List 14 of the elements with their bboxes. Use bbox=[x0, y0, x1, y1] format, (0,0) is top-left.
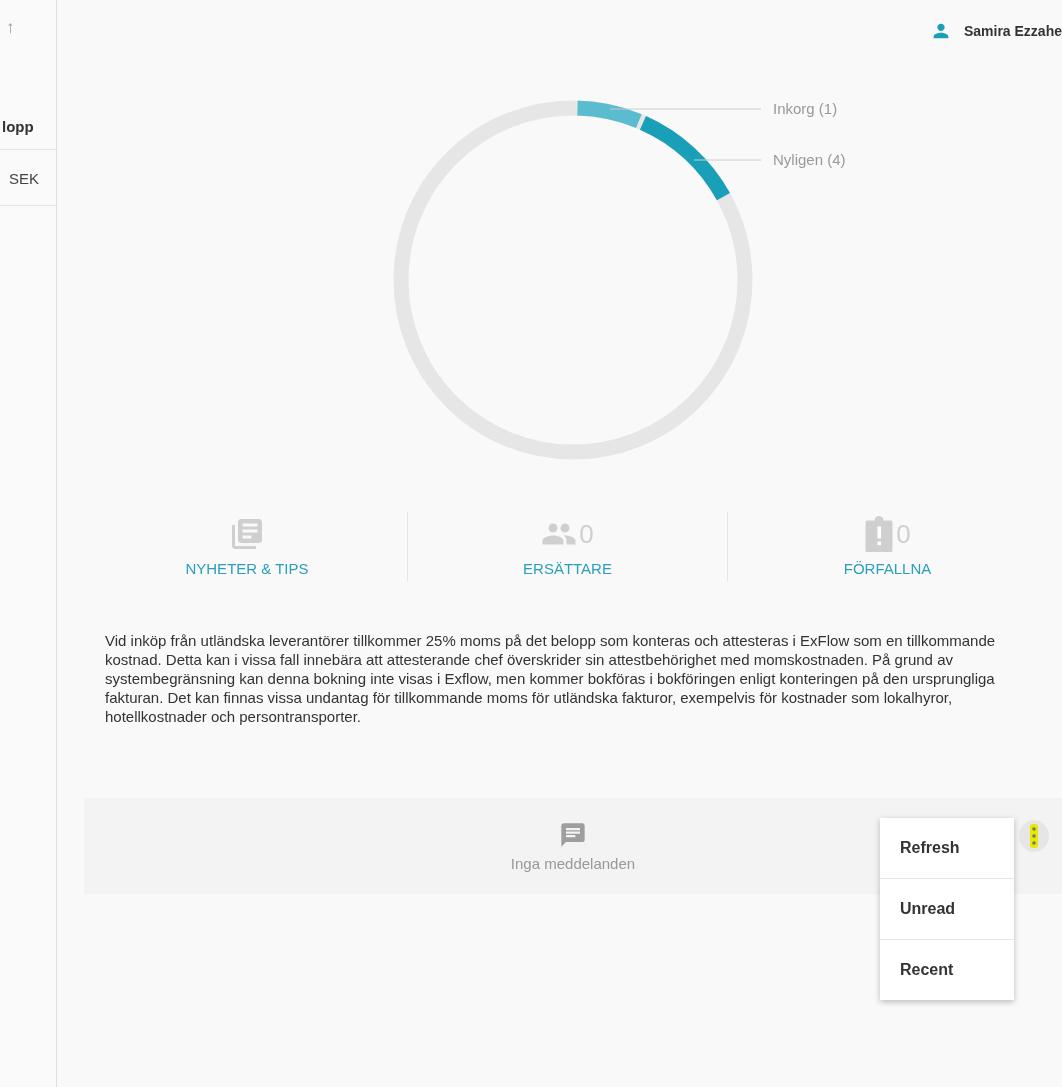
menu-item[interactable]: Unread bbox=[880, 879, 1014, 940]
chat-icon bbox=[559, 820, 587, 849]
notice-text: Vid inköp från utländska leverantörer tillkommer 25% moms på det belopp som konteras och attesteras i ExFlow som en tillkommande kostnad. Detta kan i vissa fall innebära att attesterande chef överskrider sin attestbehörighet med momskostnaden. På grund av systembegränsning kan denna bokning inte visas i Exflow, men kommer bokföras i bokföringen enligt konteringen på den ursprungliga fakturan. Det kan finnas vissa undantag för tillkommande moms för utländska fakturor, exempelvis för kostnader som lokalhyror, hotellkostnader och persontransporter. bbox=[105, 631, 997, 726]
chart-label: Inkorg (1) bbox=[773, 100, 838, 117]
chart-label: Nyligen (4) bbox=[773, 151, 846, 168]
empty-message: Inga meddelanden bbox=[510, 854, 636, 872]
column-header[interactable]: lopp bbox=[0, 98, 56, 150]
clipboard-alert-icon bbox=[864, 516, 895, 552]
table-cell: SEK bbox=[0, 150, 56, 206]
menu-item[interactable]: Recent bbox=[880, 940, 1014, 1000]
menu-item[interactable]: Refresh bbox=[880, 818, 1014, 879]
user-name[interactable]: Samira Ezzahe bbox=[963, 23, 1062, 39]
newspaper-icon bbox=[229, 516, 265, 552]
kebab-icon bbox=[1029, 823, 1039, 849]
